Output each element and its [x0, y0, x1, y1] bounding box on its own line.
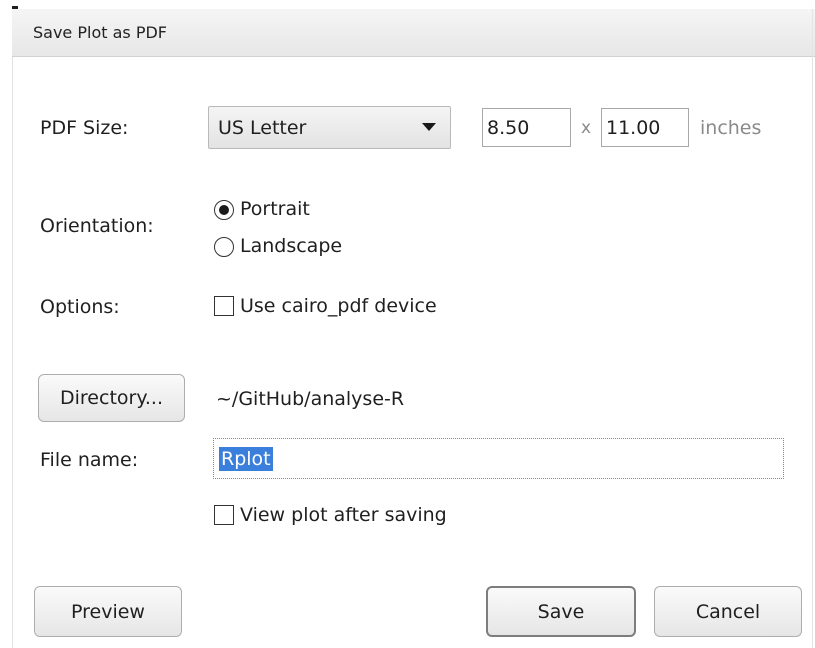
portrait-radio-label[interactable]: Portrait: [240, 198, 310, 220]
dialog-left-border: [12, 57, 13, 648]
landscape-radio-label[interactable]: Landscape: [240, 235, 342, 257]
cairo-pdf-checkbox-label[interactable]: Use cairo_pdf device: [240, 295, 437, 317]
pdf-size-select[interactable]: US Letter: [208, 106, 451, 149]
landscape-radio[interactable]: [214, 237, 234, 257]
title-bar[interactable]: Save Plot as PDF: [12, 9, 815, 57]
preview-button[interactable]: Preview: [34, 586, 182, 637]
dialog-title: Save Plot as PDF: [33, 23, 167, 42]
cancel-button[interactable]: Cancel: [654, 586, 802, 637]
dialog-right-border: [812, 9, 813, 648]
pdf-height-input[interactable]: [601, 108, 689, 147]
file-name-label: File name:: [40, 449, 139, 471]
size-unit-label: inches: [700, 117, 762, 139]
pdf-size-label: PDF Size:: [40, 117, 129, 139]
portrait-radio[interactable]: [214, 200, 234, 220]
save-button[interactable]: Save: [486, 586, 636, 637]
size-separator: x: [581, 118, 592, 138]
options-label: Options:: [40, 296, 120, 318]
directory-button[interactable]: Directory...: [38, 374, 185, 422]
view-after-saving-checkbox[interactable]: [214, 505, 234, 525]
save-plot-dialog: Save Plot as PDF PDF Size: US Letter x i…: [0, 0, 815, 648]
pdf-width-input[interactable]: [482, 108, 571, 147]
file-name-selected-text: Rplot: [219, 447, 273, 471]
view-after-saving-label[interactable]: View plot after saving: [240, 504, 447, 526]
directory-path: ~/GitHub/analyse-R: [216, 388, 405, 410]
pdf-size-selected-value: US Letter: [218, 117, 307, 139]
file-name-input[interactable]: Rplot: [213, 438, 784, 479]
cairo-pdf-checkbox[interactable]: [214, 296, 234, 316]
orientation-label: Orientation:: [40, 215, 154, 237]
chevron-down-icon: [422, 123, 436, 131]
